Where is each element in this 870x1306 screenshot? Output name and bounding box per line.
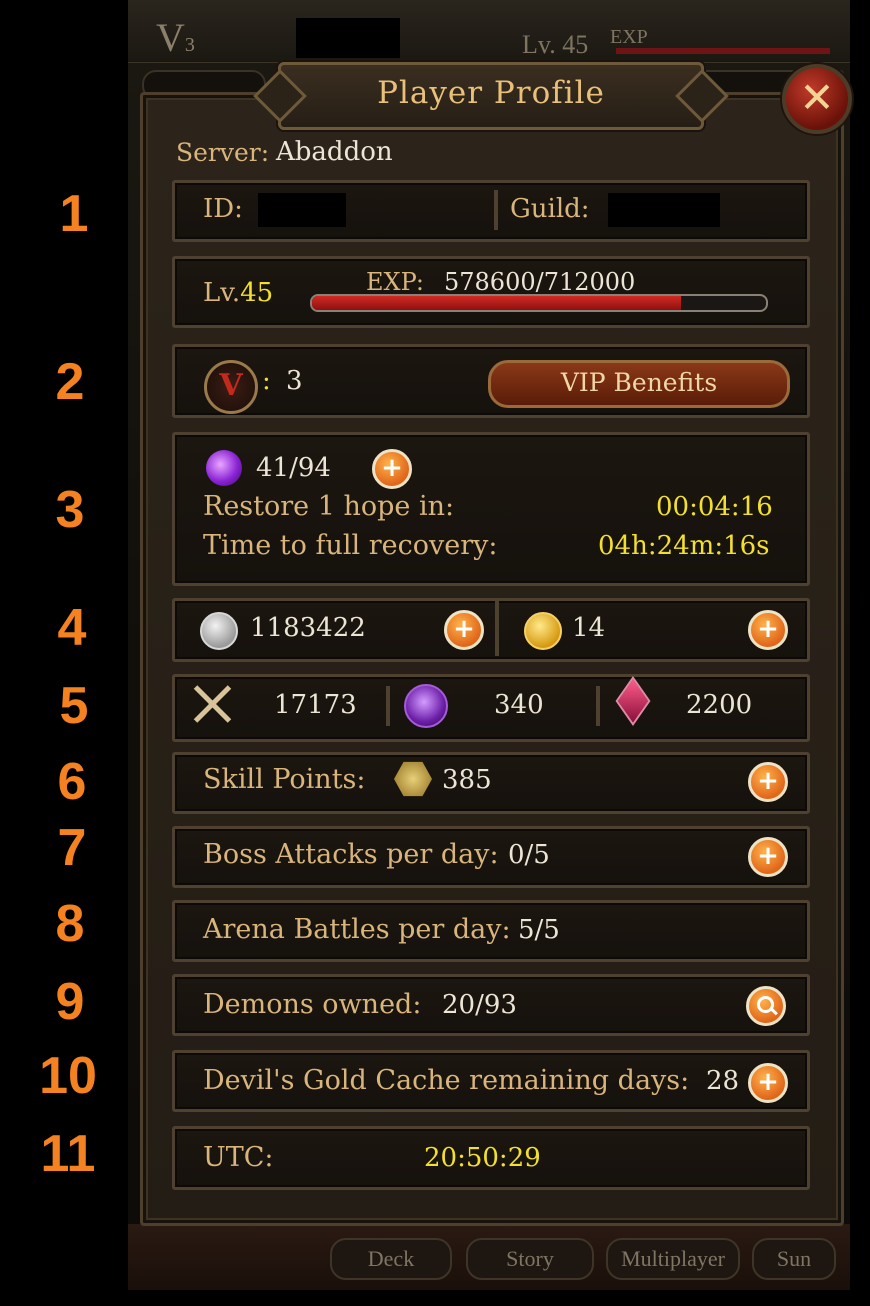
battle-points-value: 17173 — [274, 690, 357, 720]
add-gold-cache-plus-icon[interactable]: + — [748, 1063, 788, 1103]
restore-label: Restore 1 hope in: — [203, 491, 455, 522]
demons-owned-label: Demons owned: — [203, 989, 422, 1020]
gold-coin-icon — [524, 612, 562, 650]
nav-tab-sun[interactable]: Sun — [752, 1238, 836, 1280]
server-value: Abaddon — [276, 137, 393, 167]
annotation-number-5: 5 — [59, 677, 89, 735]
arena-battles-label: Arena Battles per day: — [203, 914, 511, 945]
restore-time: 00:04:16 — [656, 492, 773, 522]
top-exp-label: EXP — [610, 26, 648, 48]
annotation-number-7: 7 — [57, 819, 87, 877]
add-hope-plus-icon[interactable]: + — [372, 449, 412, 489]
annotation-number-6: 6 — [57, 753, 87, 811]
gold-cache-label: Devil's Gold Cache remaining days: — [203, 1065, 690, 1096]
nav-tab-multiplayer[interactable]: Multiplayer — [606, 1238, 740, 1280]
annotation-number-3: 3 — [55, 481, 85, 539]
skull-orb-icon — [404, 684, 448, 728]
level-value: 45 — [240, 278, 274, 308]
guild-redaction — [608, 193, 720, 227]
arena-battles-value: 5/5 — [518, 915, 560, 945]
nav-tab-story[interactable]: Story — [466, 1238, 594, 1280]
silver-coin-icon — [200, 612, 238, 650]
gold-value: 14 — [572, 613, 606, 643]
level-prefix: Lv.45 — [203, 278, 274, 308]
demons-owned-value: 20/93 — [442, 990, 517, 1020]
annotation-number-2: 2 — [55, 353, 85, 411]
annotation-number-9: 9 — [55, 973, 85, 1031]
id-label: ID: — [203, 194, 243, 224]
soul-value: 340 — [494, 690, 544, 720]
full-recovery-label: Time to full recovery: — [203, 530, 498, 561]
exp-progress-fill — [312, 296, 681, 310]
add-skill-points-plus-icon[interactable]: + — [748, 762, 788, 802]
exp-value: 578600/712000 — [444, 268, 636, 296]
utc-label: UTC: — [203, 1142, 274, 1173]
nav-tab-deck[interactable]: Deck — [330, 1238, 452, 1280]
annotation-number-10: 10 — [39, 1047, 97, 1105]
exp-progress-bar — [310, 294, 768, 312]
annotation-number-4: 4 — [57, 599, 87, 657]
exp-label: EXP: — [366, 268, 424, 296]
add-gold-plus-icon[interactable]: + — [748, 610, 788, 650]
add-boss-attacks-plus-icon[interactable]: + — [748, 837, 788, 877]
gold-cache-value: 28 — [706, 1066, 740, 1096]
crossed-swords-icon — [190, 682, 234, 726]
server-label: Server: — [176, 138, 270, 167]
vip-level-value: 3 — [286, 366, 303, 396]
hope-orb-icon — [206, 450, 242, 486]
top-name-redaction — [296, 18, 400, 58]
title-plate: Player Profile — [278, 62, 704, 130]
top-exp-bar — [616, 48, 830, 54]
top-level-text: Lv. 45 — [522, 30, 589, 59]
id-guild-divider — [494, 190, 498, 230]
skill-points-value: 385 — [442, 765, 492, 795]
annotation-number-8: 8 — [55, 895, 85, 953]
stats-divider-1 — [386, 686, 390, 726]
guild-label: Guild: — [510, 194, 590, 224]
top-vip-indicator: V3 — [156, 15, 195, 60]
annotation-number-11: 11 — [40, 1125, 96, 1183]
add-silver-plus-icon[interactable]: + — [444, 610, 484, 650]
vip-colon: : — [262, 366, 271, 396]
hope-value: 41/94 — [256, 453, 331, 483]
vip-badge-icon: V — [204, 360, 258, 414]
utc-value: 20:50:29 — [424, 1143, 541, 1173]
stats-divider-2 — [596, 686, 600, 726]
boss-attacks-value: 0/5 — [508, 840, 550, 870]
id-redaction — [258, 193, 346, 227]
vip-benefits-button[interactable]: VIP Benefits — [488, 360, 790, 408]
silver-value: 1183422 — [250, 613, 366, 643]
search-demons-icon[interactable] — [746, 986, 786, 1026]
skill-points-label: Skill Points: — [203, 764, 366, 795]
panel-title: Player Profile — [377, 75, 605, 111]
close-icon[interactable]: ✕ — [782, 64, 852, 134]
full-recovery-time: 04h:24m:16s — [598, 531, 770, 561]
currency-divider — [495, 600, 499, 656]
boss-attacks-label: Boss Attacks per day: — [203, 839, 499, 870]
gem-value: 2200 — [686, 690, 753, 720]
annotation-number-1: 1 — [59, 185, 89, 243]
